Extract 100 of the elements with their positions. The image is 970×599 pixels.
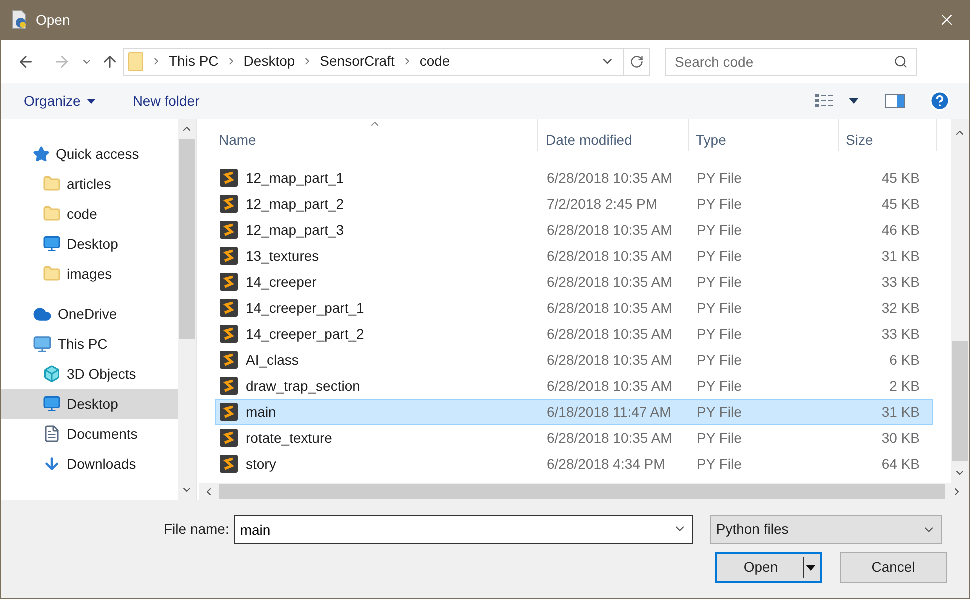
script-file-icon [220, 247, 238, 265]
script-file-icon [220, 351, 238, 369]
search-field[interactable]: Search code [665, 48, 917, 76]
file-row[interactable]: story 6/28/2018 4:34 PM PY File 64 KB [215, 451, 933, 477]
open-button[interactable]: Open [715, 552, 822, 583]
file-size: 45 KB [880, 168, 920, 188]
file-size: 31 KB [880, 402, 920, 422]
window-title: Open [36, 10, 70, 30]
cancel-button[interactable]: Cancel [840, 552, 947, 583]
file-name: 13_textures [246, 246, 320, 266]
nav-item[interactable]: Quick access [1, 139, 178, 169]
organize-button[interactable]: Organize [24, 90, 96, 112]
file-name: 12_map_part_2 [246, 194, 344, 214]
nav-item[interactable]: Downloads [1, 449, 178, 479]
file-size: 6 KB [888, 350, 920, 370]
date-modified: 6/28/2018 10:35 AM [546, 324, 674, 344]
file-type: PY File [696, 298, 743, 318]
preview-pane-icon[interactable] [885, 94, 905, 108]
file-name: draw_trap_section [246, 376, 360, 396]
address-bar[interactable]: This PC Desktop SensorCraft code [123, 48, 650, 76]
script-file-icon [220, 455, 238, 473]
file-type: PY File [696, 350, 743, 370]
script-file-icon [220, 403, 238, 421]
nav-item[interactable]: Documents [1, 419, 178, 449]
document-icon [43, 425, 61, 443]
refresh-icon [630, 54, 644, 68]
file-name: 14_creeper [246, 272, 317, 292]
nav-item[interactable]: 3D Objects [1, 359, 178, 389]
file-row[interactable]: 14_creeper 6/28/2018 10:35 AM PY File 33 KB [215, 269, 933, 295]
file-size: 2 KB [888, 376, 920, 396]
scrollbar[interactable] [178, 119, 196, 500]
file-size: 30 KB [880, 428, 920, 448]
date-modified: 6/28/2018 10:35 AM [546, 428, 674, 448]
nav-item[interactable]: Desktop [1, 389, 178, 419]
file-size: 33 KB [880, 272, 920, 292]
date-modified: 6/28/2018 10:35 AM [546, 168, 674, 188]
script-file-icon [220, 273, 238, 291]
nav-item[interactable]: Desktop [1, 229, 178, 259]
folder-icon [128, 52, 144, 72]
file-size: 46 KB [880, 220, 920, 240]
folder-icon [43, 175, 61, 193]
file-type: PY File [696, 168, 743, 188]
file-type: PY File [696, 376, 743, 396]
script-file-icon [220, 429, 238, 447]
file-name-label: File name: [164, 520, 230, 539]
file-row[interactable]: 12_map_part_3 6/28/2018 10:35 AM PY File 46 KB [215, 217, 933, 243]
download-icon [43, 455, 61, 473]
date-modified: 7/2/2018 2:45 PM [546, 194, 659, 214]
file-type: PY File [696, 454, 743, 474]
help-icon[interactable] [929, 90, 951, 112]
file-type: PY File [696, 194, 743, 214]
file-type: PY File [696, 220, 743, 240]
column-header[interactable]: Type [689, 119, 839, 151]
view-options-icon[interactable] [815, 93, 835, 109]
breadcrumb[interactable]: Desktop [244, 51, 296, 72]
folder-icon [43, 205, 61, 223]
caret-icon[interactable] [849, 98, 859, 104]
file-name: main [246, 402, 276, 422]
file-row[interactable]: draw_trap_section 6/28/2018 10:35 AM PY File 2 KB [215, 373, 933, 399]
nav-item[interactable]: This PC [1, 329, 178, 359]
nav-item[interactable]: OneDrive [1, 299, 178, 329]
column-header[interactable]: Date modified [538, 119, 689, 151]
file-name: story [246, 454, 276, 474]
caret-icon [86, 98, 96, 104]
file-row[interactable]: 14_creeper_part_2 6/28/2018 10:35 AM PY File 33 KB [215, 321, 933, 347]
horizontal-scrollbar[interactable] [199, 483, 969, 500]
script-file-icon [220, 325, 238, 343]
file-name: 12_map_part_1 [246, 168, 344, 188]
breadcrumb[interactable]: code [420, 51, 450, 72]
file-type-dropdown[interactable]: Python files [710, 515, 942, 544]
breadcrumb[interactable]: This PC [169, 51, 219, 72]
file-name: rotate_texture [246, 428, 332, 448]
file-row[interactable]: main 6/18/2018 11:47 AM PY File 31 KB [215, 399, 933, 425]
file-row[interactable]: 12_map_part_1 6/28/2018 10:35 AM PY File 45 KB [215, 165, 933, 191]
column-header[interactable]: Name [199, 119, 538, 151]
nav-item[interactable]: code [1, 199, 178, 229]
file-size: 33 KB [880, 324, 920, 344]
nav-item[interactable]: articles [1, 169, 178, 199]
breadcrumb[interactable]: SensorCraft [320, 51, 395, 72]
file-row[interactable]: rotate_texture 6/28/2018 10:35 AM PY File 30 KB [215, 425, 933, 451]
script-file-icon [220, 299, 238, 317]
new-folder-button[interactable]: New folder [132, 90, 200, 112]
file-type: PY File [696, 272, 743, 292]
file-size: 45 KB [880, 194, 920, 214]
file-row[interactable]: 14_creeper_part_1 6/28/2018 10:35 AM PY File 32 KB [215, 295, 933, 321]
file-name: AI_class [246, 350, 299, 370]
nav-item[interactable]: images [1, 259, 178, 289]
script-file-icon [220, 195, 238, 213]
file-row[interactable]: AI_class 6/28/2018 10:35 AM PY File 6 KB [215, 347, 933, 373]
file-name-field[interactable]: main [234, 515, 694, 544]
file-row[interactable]: 12_map_part_2 7/2/2018 2:45 PM PY File 45 KB [215, 191, 933, 217]
date-modified: 6/28/2018 10:35 AM [546, 350, 674, 370]
column-header[interactable]: Size [839, 119, 937, 151]
file-size: 31 KB [880, 246, 920, 266]
date-modified: 6/28/2018 10:35 AM [546, 220, 674, 240]
file-row[interactable]: 13_textures 6/28/2018 10:35 AM PY File 31 KB [215, 243, 933, 269]
scrollbar[interactable] [951, 119, 969, 483]
script-file-icon [220, 221, 238, 239]
file-size: 64 KB [880, 454, 920, 474]
date-modified: 6/28/2018 10:35 AM [546, 246, 674, 266]
